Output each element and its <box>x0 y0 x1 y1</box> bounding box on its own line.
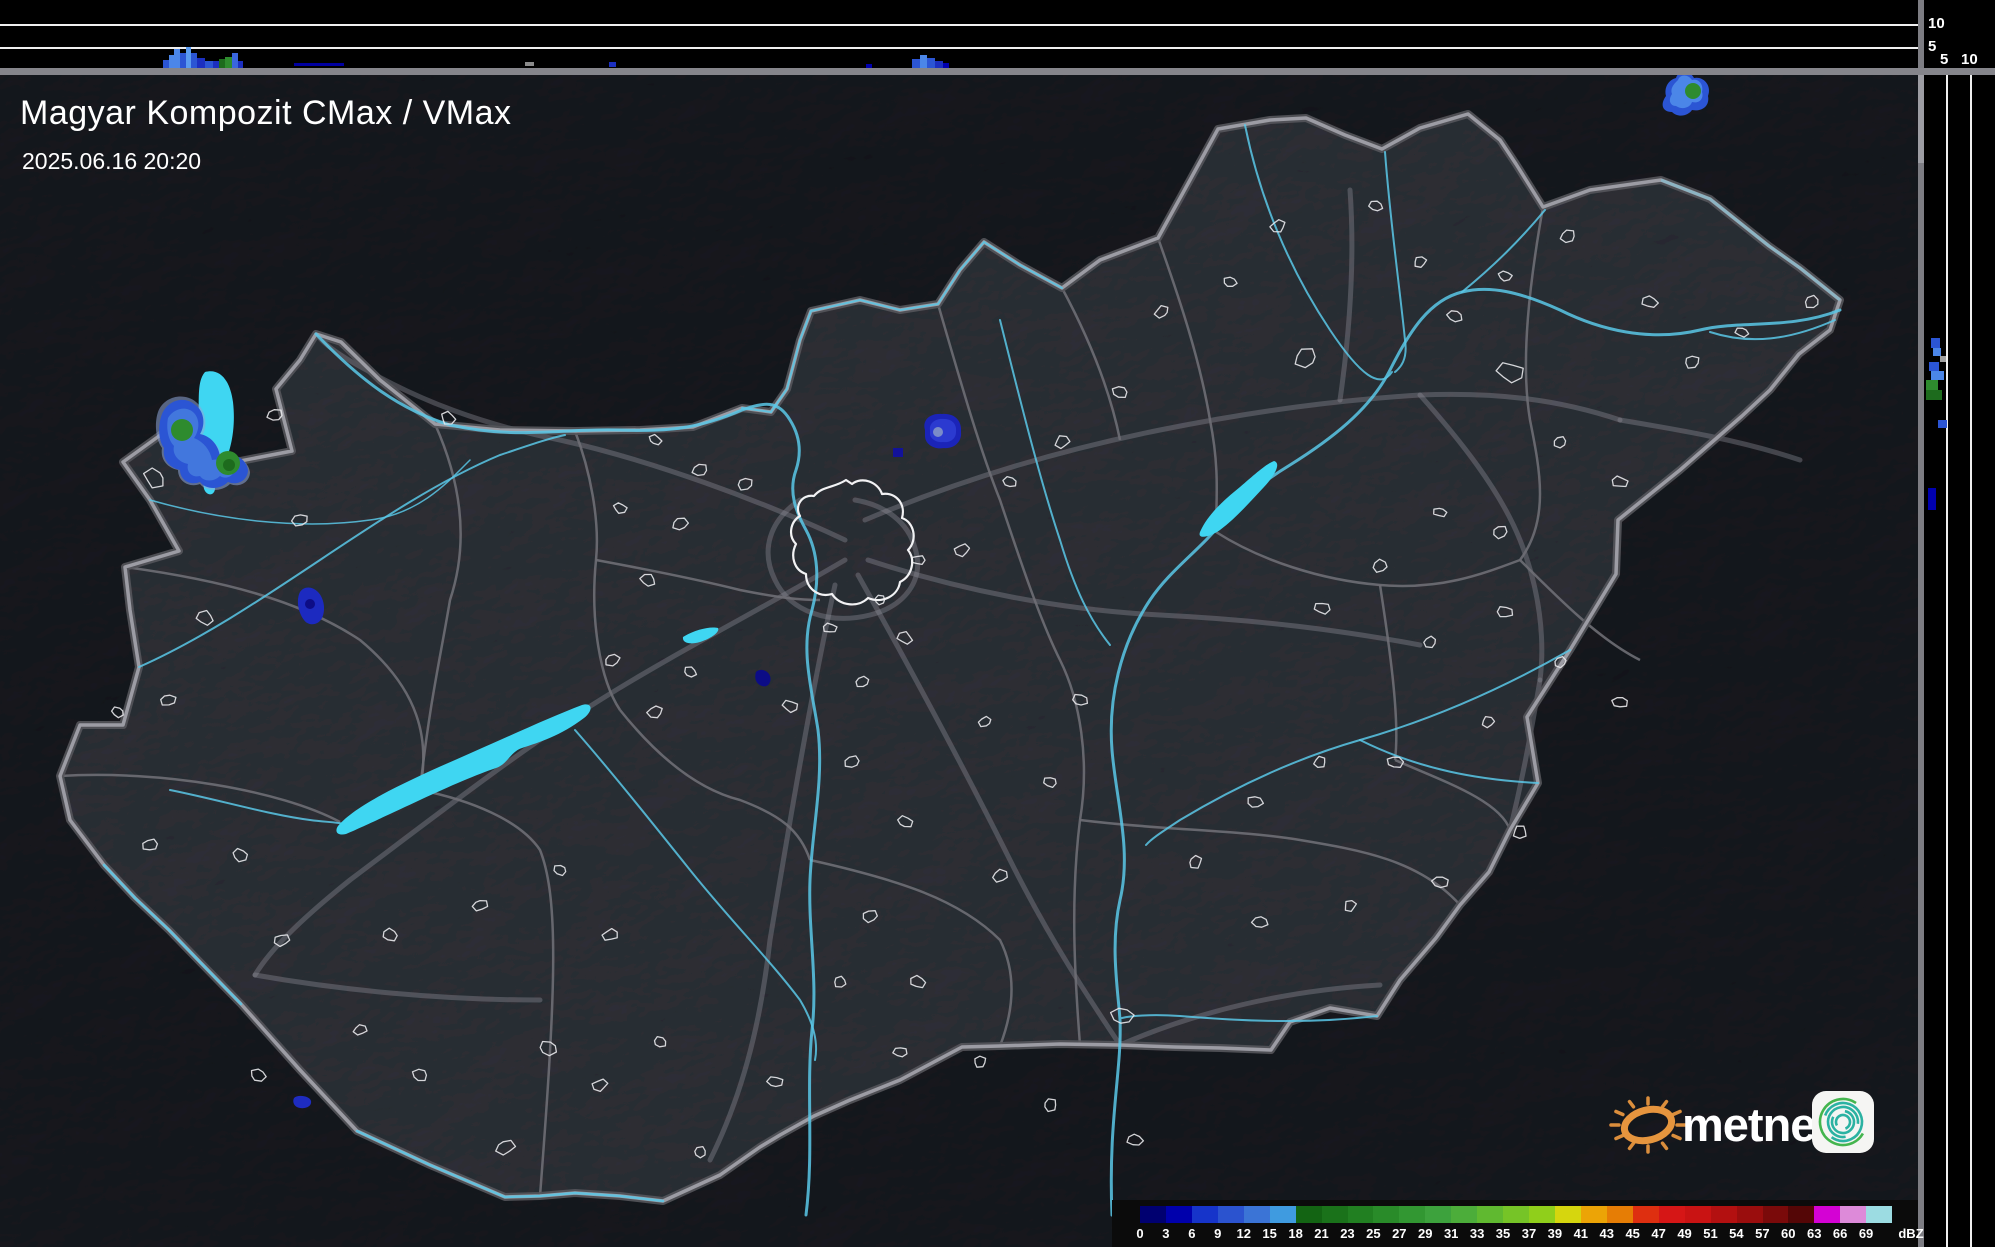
radar-echo <box>933 427 943 437</box>
colorbar-segment <box>1321 1206 1348 1223</box>
colorbar-gradient <box>1140 1206 1893 1223</box>
colorbar-tick-label: 23 <box>1340 1226 1355 1241</box>
colorbar-segment <box>1217 1206 1244 1223</box>
colorbar-segment <box>1399 1206 1426 1223</box>
colorbar-tick-label: 37 <box>1521 1226 1537 1241</box>
colorbar-tick-label: 27 <box>1392 1226 1407 1241</box>
colorbar-segment <box>1451 1206 1478 1223</box>
colorbar-tick-label: 25 <box>1366 1226 1381 1241</box>
colorbar-segment <box>1580 1206 1607 1223</box>
radar-display: 10 5 5 10 Magyar Kompozit CMax / VMax 20… <box>0 0 1995 1247</box>
colorbar-tick-label: 12 <box>1236 1226 1251 1241</box>
echo-mark <box>935 61 943 68</box>
colorbar-tick-label: 6 <box>1188 1226 1196 1241</box>
colorbar-tick-label: 35 <box>1495 1226 1511 1241</box>
colorbar-segment <box>1632 1206 1659 1223</box>
echo-mark <box>294 63 344 66</box>
colorbar-segment <box>1295 1206 1322 1223</box>
colorbar-tick-label: 18 <box>1288 1226 1303 1241</box>
colorbar-segment <box>1658 1206 1685 1223</box>
echo-mark <box>609 62 616 67</box>
colorbar-tick-label: 43 <box>1599 1226 1614 1241</box>
echo-mark <box>238 61 243 68</box>
colorbar-tick-label: 33 <box>1469 1226 1485 1241</box>
colorbar-tick-label: 0 <box>1136 1226 1144 1241</box>
timestamp: 2025.06.16 20:20 <box>22 148 202 174</box>
colorbar-tick-label: 49 <box>1677 1226 1692 1241</box>
colorbar-tick-label: 39 <box>1547 1226 1563 1241</box>
echo-mark <box>525 62 534 66</box>
echo-mark <box>205 61 213 68</box>
echo-mark <box>927 58 935 68</box>
panel-separator-horizontal <box>0 68 1995 75</box>
colorbar-segment <box>1165 1206 1192 1223</box>
colorbar-segment <box>1814 1206 1841 1223</box>
colorbar-tick-label: 51 <box>1703 1226 1718 1241</box>
colorbar-segment <box>1529 1206 1555 1223</box>
colorbar-segment <box>1840 1206 1867 1223</box>
colorbar-segment <box>1762 1206 1789 1223</box>
right-gridline-10km <box>1970 75 1972 1247</box>
top-axis-label-10: 10 <box>1928 15 1945 32</box>
radar-echo <box>893 448 903 457</box>
colorbar-segment <box>1373 1206 1400 1223</box>
radar-echo <box>1685 83 1701 99</box>
colorbar-tick-label: 60 <box>1781 1226 1796 1241</box>
colorbar-tick-label: 9 <box>1214 1226 1222 1241</box>
colorbar-tick-label: 69 <box>1858 1226 1874 1241</box>
app-icon-background <box>1812 1091 1874 1153</box>
colorbar-tick-label: 3 <box>1162 1226 1170 1241</box>
colorbar-unit-label: dBZ <box>1898 1226 1924 1241</box>
colorbar-segment <box>1555 1206 1581 1223</box>
top-echo-marks <box>0 0 1918 68</box>
right-axis-label-10: 10 <box>1961 51 1978 68</box>
colorbar-tick-label: 57 <box>1755 1226 1770 1241</box>
echo-mark <box>225 57 232 68</box>
product-title: Magyar Kompozit CMax / VMax <box>20 94 512 132</box>
colorbar-segment <box>1477 1206 1504 1223</box>
colorbar-panel: 0 3 6 9 12 15 18 21 23 25 27 29 31 33 35 37 39 41 43 45 47 49… <box>1112 1200 1924 1247</box>
colorbar-segment <box>1503 1206 1530 1223</box>
colorbar-tick-label: 47 <box>1651 1226 1666 1241</box>
colorbar-segment <box>1347 1206 1374 1223</box>
colorbar-tick-label: 21 <box>1314 1226 1329 1241</box>
sun-ring <box>1620 1105 1676 1145</box>
colorbar-tick-label: 41 <box>1573 1226 1589 1241</box>
colorbar-tick-label: 66 <box>1832 1226 1848 1241</box>
radar-map <box>0 0 1995 1247</box>
metnet-logo: metnet <box>1608 1083 1892 1161</box>
echo-mark <box>920 55 927 68</box>
right-axis-label-5: 5 <box>1940 51 1949 68</box>
colorbar-segment <box>1788 1206 1815 1223</box>
colorbar-segment <box>1606 1206 1633 1223</box>
radar-echo <box>305 599 315 609</box>
colorbar-tick-label: 29 <box>1418 1226 1433 1241</box>
colorbar-tick-label: 54 <box>1729 1226 1744 1241</box>
colorbar-segment <box>1866 1206 1893 1223</box>
echo-mark <box>912 59 920 68</box>
colorbar-tick-label: 63 <box>1806 1226 1822 1241</box>
echo-mark <box>197 58 205 68</box>
colorbar-segment <box>1684 1206 1711 1223</box>
colorbar-tick-label: 31 <box>1443 1226 1459 1241</box>
colorbar-segment <box>1140 1206 1166 1223</box>
right-height-cross-section <box>1924 75 1995 1247</box>
colorbar-segment <box>1191 1206 1218 1223</box>
right-gridline-5km <box>1946 75 1948 1247</box>
colorbar-segment <box>1269 1206 1296 1223</box>
colorbar-tick-label: 15 <box>1262 1226 1277 1241</box>
colorbar-tick-label: 45 <box>1625 1226 1640 1241</box>
colorbar-segment <box>1243 1206 1270 1223</box>
radar-echo <box>171 419 193 441</box>
top-axis-label-5: 5 <box>1928 38 1937 55</box>
colorbar-segment <box>1736 1206 1763 1223</box>
colorbar-segment <box>1710 1206 1737 1223</box>
radar-echo <box>223 459 235 471</box>
brand-text: metnet <box>1682 1098 1831 1151</box>
colorbar-segment <box>1425 1206 1452 1223</box>
